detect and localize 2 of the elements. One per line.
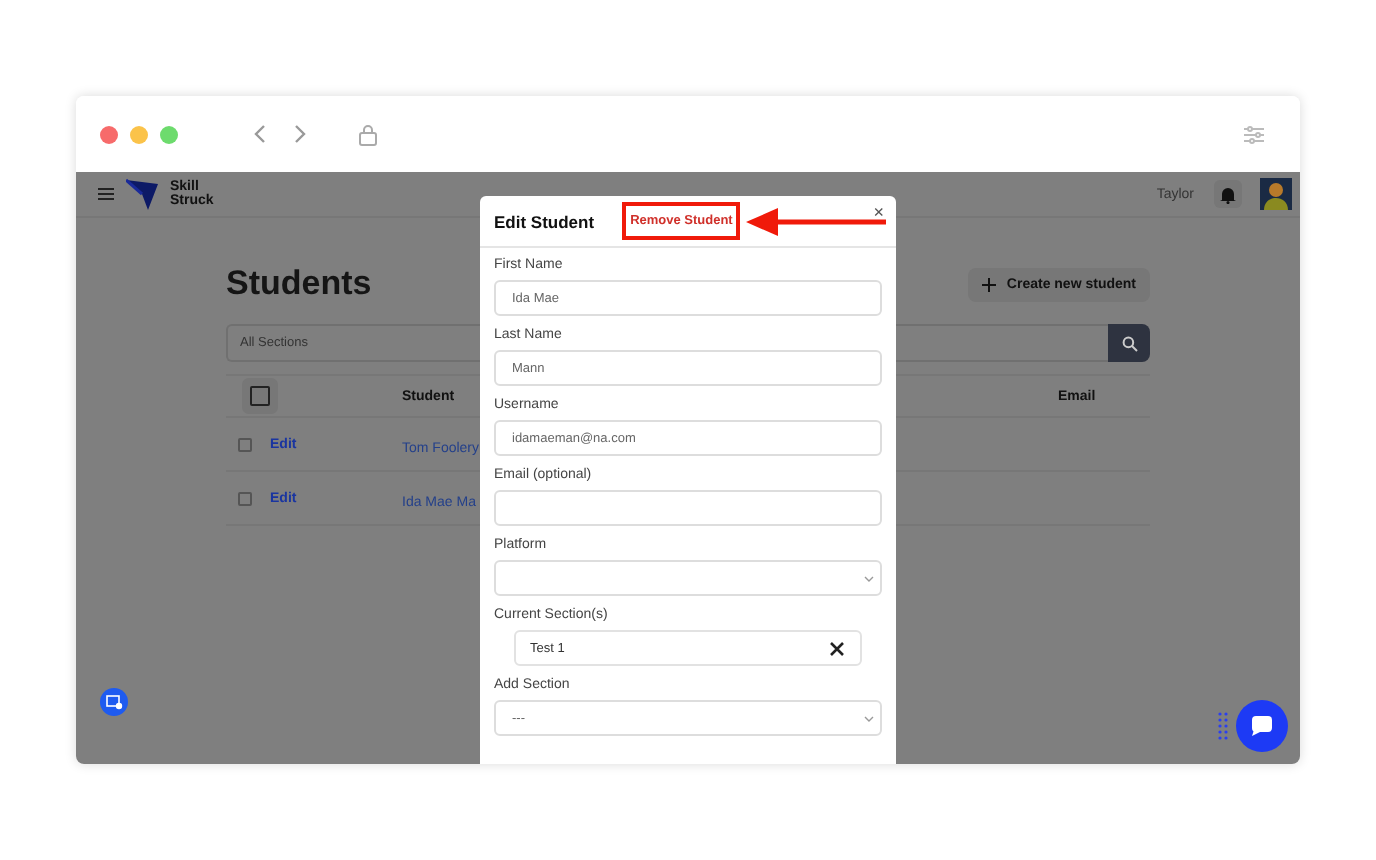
page-title: Students <box>226 264 372 304</box>
dialog-title: Edit Student <box>494 211 595 231</box>
